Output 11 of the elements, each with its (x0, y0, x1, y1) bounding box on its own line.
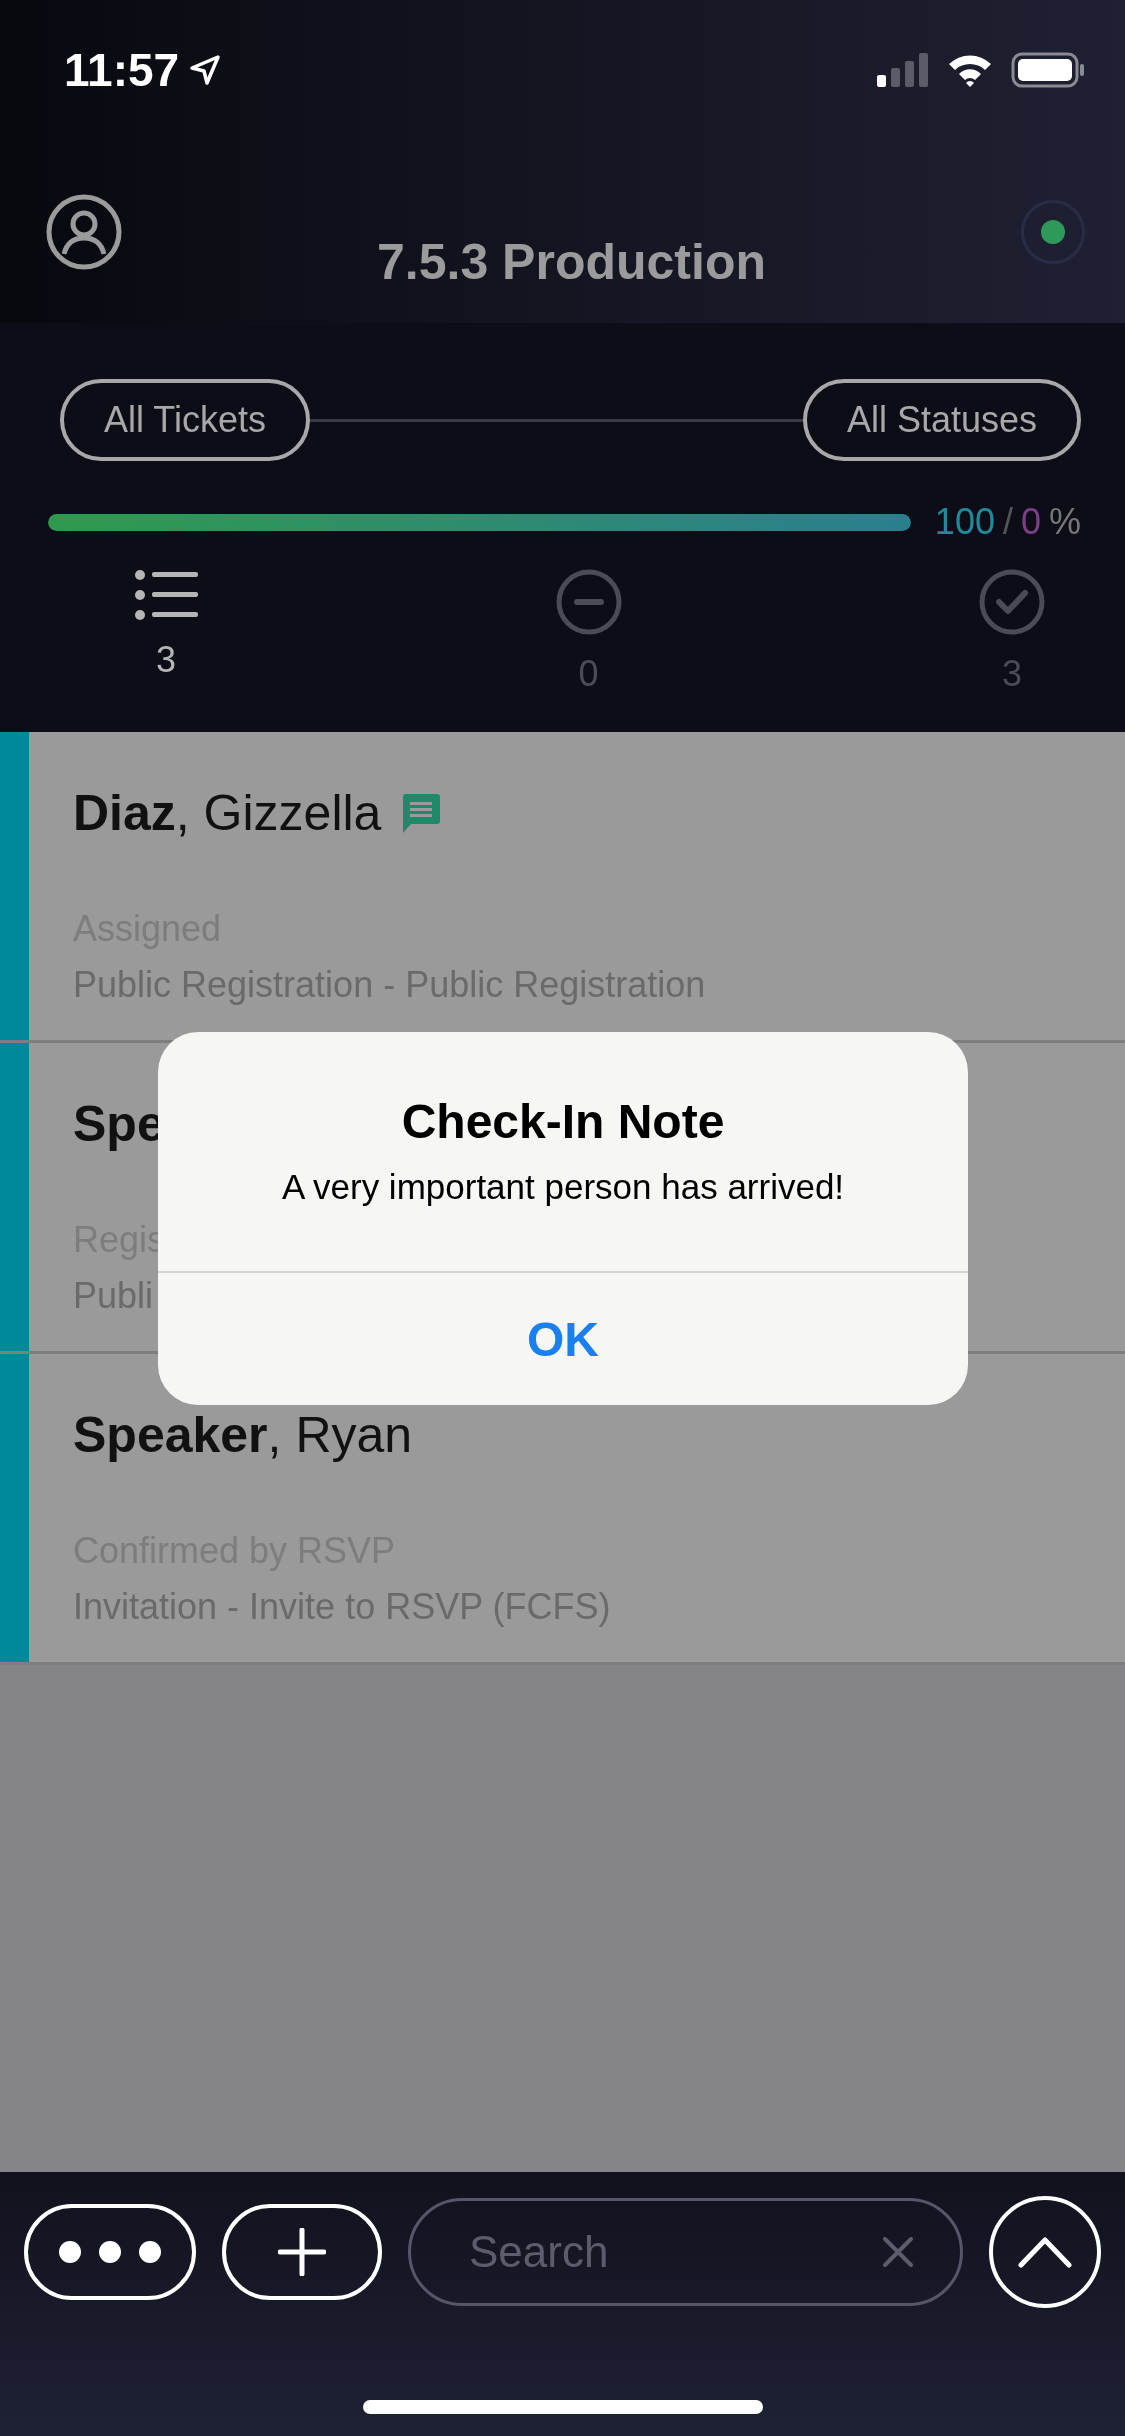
app-title: 7.5.3 Production (377, 232, 766, 291)
separator-text: / (1002, 501, 1013, 543)
percent-sign: % (1049, 501, 1081, 543)
attendee-name: Diaz, Gizzella (73, 784, 382, 842)
not-checked-in-percent: 0 (1020, 501, 1041, 543)
attendee-name: Speaker, Ryan (73, 1406, 413, 1464)
status-time: 11:57 (64, 43, 180, 97)
dialog-message: A very important person has arrived! (281, 1167, 845, 1207)
dialog-title: Check-In Note (401, 1094, 725, 1149)
attendee-name: Spe (73, 1095, 165, 1153)
checked-in-percent: 100 (934, 501, 995, 543)
